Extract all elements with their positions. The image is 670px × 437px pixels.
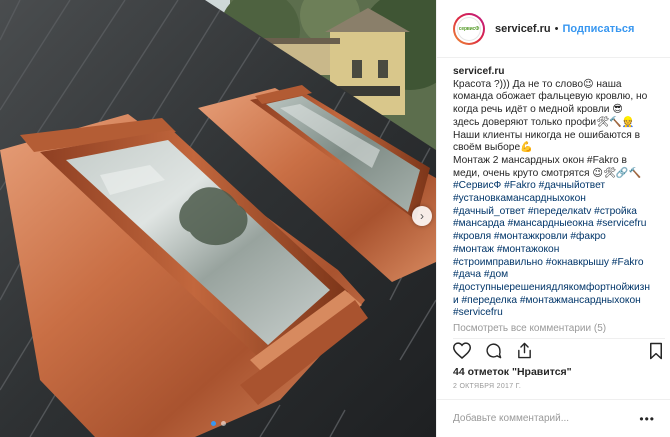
likes-label-end: "Нравится" <box>511 366 572 378</box>
comment-box: ••• <box>437 399 670 437</box>
more-options-icon[interactable]: ••• <box>639 412 655 426</box>
follow-button[interactable]: Подписаться <box>563 23 635 35</box>
hashtag-line[interactable]: #дача #дом <box>453 269 665 282</box>
hashtag-line[interactable]: #кровля #монтажкровли #факро <box>453 231 665 244</box>
caption-line: меди, очень круто смотрятся 😉🛠🔗🔨 <box>453 167 642 179</box>
action-bar <box>453 338 665 360</box>
bookmark-icon[interactable] <box>647 342 665 360</box>
comment-input[interactable] <box>453 413 640 424</box>
hashtag-line[interactable]: #servicefru <box>453 307 665 320</box>
share-icon[interactable] <box>515 342 533 360</box>
carousel-dot-2 <box>220 421 226 426</box>
brand-logo: сервисФ <box>458 25 480 32</box>
likes-number: 44 <box>453 366 465 378</box>
hashtag-line[interactable]: #строимправильно #окнавкрышу #Fakro <box>453 257 665 270</box>
hashtag-line[interactable]: #мансарда #мансардныеокна #servicefru <box>453 218 665 231</box>
hashtag-line[interactable]: #доступныерешениядлякомфортнойжизн <box>453 282 665 295</box>
carousel-dot-1 <box>210 421 216 426</box>
hashtag-line[interactable]: #СервисФ #Fakro #дачныйответ <box>453 180 665 193</box>
post-date: 2 ОКТЯБРЯ 2017 Г. <box>453 383 522 390</box>
avatar-logo-circle: сервисФ <box>457 16 481 41</box>
avatar[interactable]: сервисФ <box>453 13 485 45</box>
hashtag-line[interactable]: и #переделка #монтажмансардныхокон <box>453 295 665 308</box>
post-panel: сервисФ servicef.ru • Подписаться servic… <box>436 0 670 437</box>
post-caption: servicef.ru Красота ?))) Да не то слово😉… <box>453 66 665 330</box>
post-photo[interactable]: › <box>0 0 436 437</box>
comment-icon[interactable] <box>484 342 502 360</box>
caption-line: Монтаж 2 мансардных окон #Fakro в <box>453 154 627 166</box>
view-all-comments-link[interactable]: Посмотреть все комментарии (5) <box>453 323 665 334</box>
heart-icon[interactable] <box>453 342 471 360</box>
hashtag-line[interactable]: #установкамансардныхокон <box>453 193 665 206</box>
carousel-next-button[interactable]: › <box>412 206 432 226</box>
caption-line: Красота ?))) Да не то слово😉 наша <box>453 78 622 90</box>
caption-line: когда речь идёт о медной кровли 😎 <box>453 104 623 116</box>
caption-line: здесь доверяют только профи🛠🔨👷 <box>453 116 635 128</box>
roof-windows-image <box>0 0 436 437</box>
likes-label-mid: отметок <box>467 366 510 378</box>
chevron-right-icon: › <box>420 209 424 223</box>
post-header: сервисФ servicef.ru • Подписаться <box>437 0 670 58</box>
caption-line: своём выборе💪 <box>453 142 533 154</box>
carousel-dots <box>0 421 436 426</box>
hashtag-line[interactable]: #дачный_ответ #переделкаtv #стройка <box>453 206 665 219</box>
caption-line: Наши клиенты никогда не ошибаются в <box>453 129 641 141</box>
header-separator: • <box>554 22 559 35</box>
caption-line: команда обожает фальцевую кровлю, но <box>453 91 648 103</box>
hashtag-line[interactable]: #монтаж #монтажокон <box>453 244 665 257</box>
header-username-link[interactable]: servicef.ru <box>495 23 551 35</box>
caption-username-link[interactable]: servicef.ru <box>453 66 665 79</box>
likes-count[interactable]: 44 отметок "Нравится" <box>453 366 572 378</box>
